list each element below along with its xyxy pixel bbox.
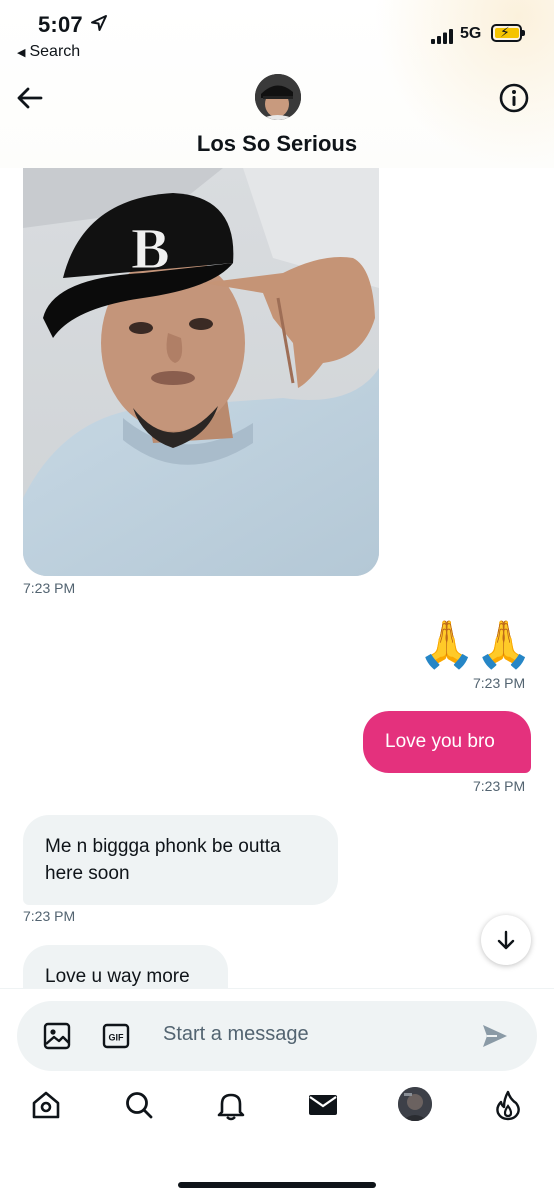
message-composer[interactable]: GIF Start a message	[17, 1001, 537, 1071]
svg-text:GIF: GIF	[109, 1033, 125, 1043]
header-avatar[interactable]	[255, 74, 301, 120]
home-indicator	[178, 1182, 376, 1188]
message-timestamp: 7:23 PM	[23, 908, 76, 924]
back-to-search-link[interactable]: ◀ Search	[17, 43, 80, 61]
bottom-area: GIF Start a message	[0, 988, 554, 1201]
message-text: Me n biggga phonk be outta here soon	[45, 836, 281, 884]
network-type: 5G	[460, 25, 482, 42]
gif-icon[interactable]: GIF	[102, 1022, 130, 1050]
status-time: 5:07	[38, 12, 83, 37]
outgoing-message-bubble[interactable]: Love you bro	[363, 711, 531, 773]
back-app-label: Search	[29, 43, 81, 60]
notifications-bell-icon[interactable]	[215, 1089, 247, 1121]
messages-envelope-icon[interactable]	[307, 1089, 339, 1121]
cellular-signal-icon	[431, 29, 453, 44]
back-triangle-icon: ◀	[17, 47, 26, 59]
conversation-title: Los So Serious	[196, 131, 358, 156]
incoming-photo-message[interactable]: B	[23, 168, 379, 576]
outgoing-emoji-message[interactable]: 🙏🙏	[418, 618, 533, 670]
image-icon[interactable]	[43, 1022, 71, 1050]
message-text: Love you bro	[385, 731, 495, 752]
cap-logo: B	[131, 216, 170, 281]
search-icon[interactable]	[123, 1089, 155, 1121]
avatar-image	[255, 74, 301, 120]
send-icon[interactable]	[481, 1023, 509, 1049]
back-arrow-icon[interactable]	[14, 83, 44, 113]
home-icon[interactable]	[30, 1089, 62, 1121]
info-icon[interactable]	[498, 82, 530, 114]
message-timestamp: 7:23 PM	[473, 778, 526, 794]
message-input[interactable]: Start a message	[163, 1023, 309, 1046]
spaces-flame-icon[interactable]	[492, 1089, 524, 1121]
location-arrow-icon	[91, 15, 107, 31]
profile-avatar[interactable]	[398, 1087, 432, 1121]
charging-bolt-icon: ⚡	[500, 24, 510, 40]
status-bar: 5:07 ◀ Search 5G ⚡	[0, 0, 554, 70]
scroll-to-bottom-button[interactable]	[481, 915, 531, 965]
selfie-photo: B	[23, 168, 379, 576]
message-timestamp: 7:23 PM	[473, 675, 526, 691]
message-text: Love u way more	[45, 966, 190, 987]
avatar-image	[398, 1087, 432, 1121]
message-timestamp: 7:23 PM	[23, 580, 76, 596]
battery-nub	[522, 30, 525, 36]
battery-icon: ⚡	[491, 24, 525, 42]
incoming-message-bubble[interactable]: Me n biggga phonk be outta here soon	[23, 815, 338, 905]
arrow-down-icon	[497, 930, 515, 950]
conversation-header: 5:07 ◀ Search 5G ⚡ Los So Serious	[0, 0, 554, 168]
